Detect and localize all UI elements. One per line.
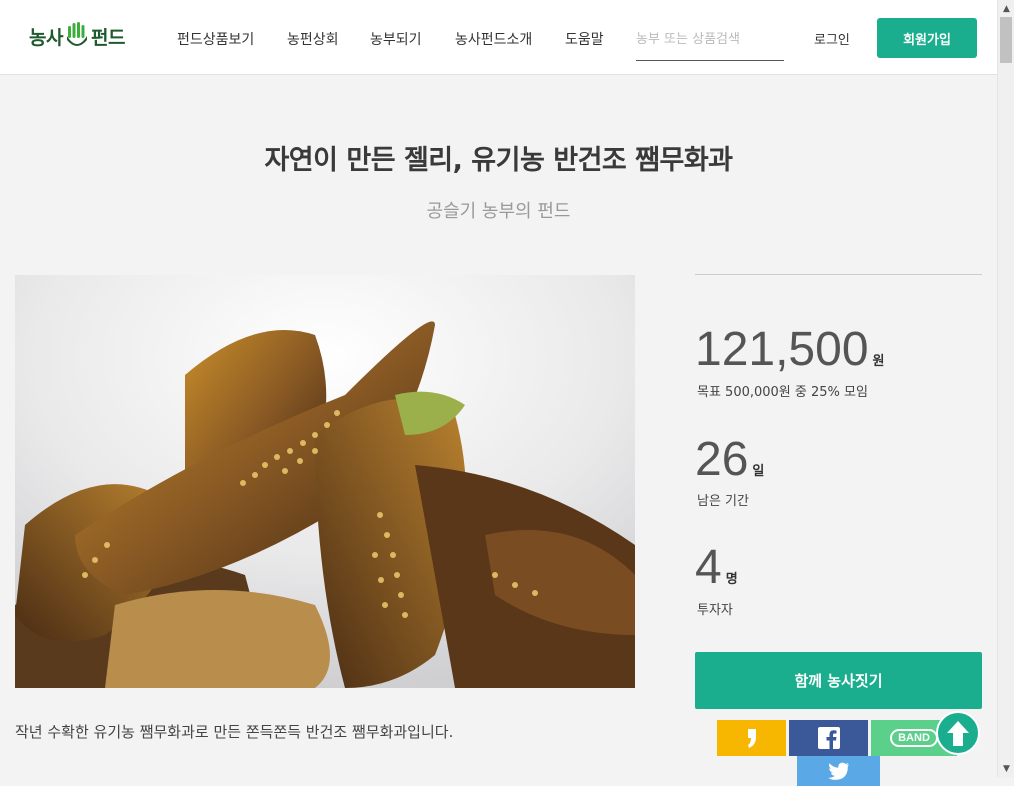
share-twitter-button[interactable] [797, 756, 880, 786]
funded-amount: 121,500 원 [695, 326, 884, 374]
kakao-icon [747, 729, 756, 748]
nav-item-fund-products[interactable]: 펀드상품보기 [177, 29, 254, 49]
hand-leaf-logo-icon [66, 22, 87, 46]
panel-divider [695, 274, 982, 275]
share-facebook-button[interactable] [789, 720, 868, 756]
farmer-fund-subtitle: 공슬기 농부의 펀드 [426, 201, 571, 222]
arrow-up-icon [947, 721, 969, 746]
nav-item-help[interactable]: 도움말 [565, 29, 604, 49]
funding-goal-text: 목표 500,000원 중 25% 모임 [697, 385, 868, 400]
product-description: 작년 수확한 유기농 쨈무화과로 만든 쫀득쫀득 반건조 쨈무화과입니다. [15, 723, 454, 741]
scroll-thumb[interactable] [1000, 17, 1012, 63]
page-scrollbar[interactable]: ▲ ▼ [997, 0, 1014, 777]
investor-label: 투자자 [697, 603, 733, 618]
nav-item-about[interactable]: 농사펀드소개 [455, 29, 532, 49]
join-farming-button[interactable]: 함께 농사짓기 [695, 652, 982, 709]
logo-text-left: 농사 [29, 26, 63, 49]
product-image [15, 275, 635, 688]
band-icon: BAND [890, 729, 938, 747]
investor-count-value: 4 [695, 541, 722, 594]
nav-item-store[interactable]: 농펀상회 [287, 29, 339, 49]
signup-button[interactable]: 회원가입 [877, 18, 977, 58]
scroll-to-top-button[interactable] [936, 711, 980, 755]
site-logo[interactable]: 농사 펀드 [29, 20, 125, 52]
investor-count: 4명 [695, 544, 738, 592]
scroll-up-arrow-icon[interactable]: ▲ [998, 0, 1014, 17]
funded-amount-unit: 원 [872, 354, 885, 369]
share-kakao-button[interactable] [717, 720, 786, 756]
days-left-value: 26 [695, 433, 749, 486]
scroll-down-arrow-icon[interactable]: ▼ [998, 760, 1014, 777]
search-input[interactable] [636, 18, 784, 61]
login-link[interactable]: 로그인 [814, 29, 850, 48]
twitter-icon [827, 762, 849, 780]
investor-count-unit: 명 [725, 572, 738, 587]
nav-item-become-farmer[interactable]: 농부되기 [370, 29, 422, 49]
logo-text-right: 펀드 [90, 26, 125, 49]
funded-amount-value: 121,500 [695, 323, 869, 376]
days-left-unit: 일 [752, 464, 765, 479]
site-header: 농사 펀드 펀드상품보기 농펀상회 농부되기 농사펀드소개 도움말 로그인 회원… [0, 0, 997, 75]
days-left-label: 남은 기간 [697, 494, 749, 509]
dried-fig-photo [15, 275, 635, 688]
facebook-icon [817, 727, 840, 749]
days-left: 26 일 [695, 436, 764, 484]
product-title: 자연이 만든 젤리, 유기농 반건조 쨈무화과 [264, 145, 733, 176]
